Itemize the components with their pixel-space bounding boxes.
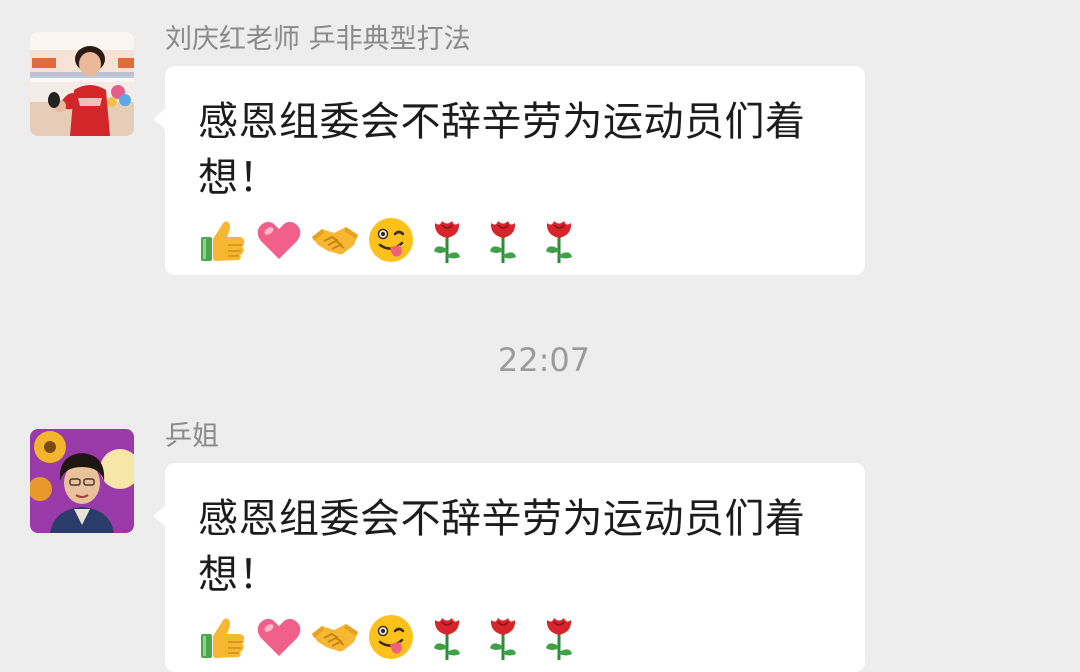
rose-icon [534, 215, 584, 265]
rose-icon [422, 215, 472, 265]
rose-icon [478, 215, 528, 265]
chat-area: 刘庆红老师 乒非典型打法 感恩组委会不辞辛劳为运动员们着想！ 22:07 乒姐 … [0, 0, 1080, 672]
thumbs-up-icon [198, 215, 248, 265]
heart-icon [254, 215, 304, 265]
avatar[interactable] [30, 429, 134, 533]
emoji-line [198, 214, 835, 266]
avatar[interactable] [30, 32, 134, 136]
thumbs-up-icon [198, 612, 248, 662]
message-bubble[interactable]: 感恩组委会不辞辛劳为运动员们着想！ [153, 66, 865, 275]
message-bubble[interactable]: 感恩组委会不辞辛劳为运动员们着想！ [153, 463, 865, 672]
winking-tongue-face-icon [366, 612, 416, 662]
message-text: 感恩组委会不辞辛劳为运动员们着想！ [198, 99, 806, 201]
sender-name: 刘庆红老师 乒非典型打法 [165, 24, 471, 55]
heart-icon [254, 612, 304, 662]
rose-icon [534, 612, 584, 662]
message-text: 感恩组委会不辞辛劳为运动员们着想！ [198, 496, 806, 598]
timestamp: 22:07 [497, 341, 591, 379]
emoji-line [198, 611, 835, 663]
rose-icon [422, 612, 472, 662]
bubble-tail [153, 108, 166, 130]
handshake-icon [310, 215, 360, 265]
winking-tongue-face-icon [366, 215, 416, 265]
handshake-icon [310, 612, 360, 662]
bubble-tail [153, 505, 166, 527]
rose-icon [478, 612, 528, 662]
sender-name: 乒姐 [165, 421, 219, 452]
